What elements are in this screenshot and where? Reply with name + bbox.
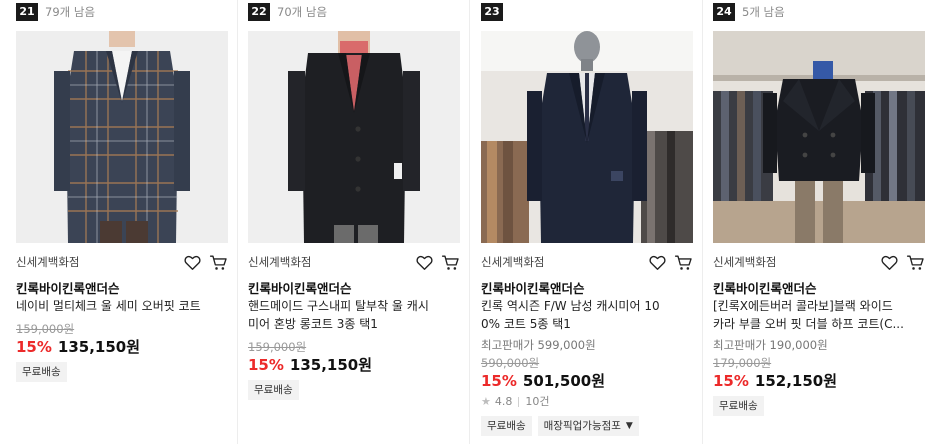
rank-row: 22 70개 남음 bbox=[248, 3, 327, 21]
badge-list: 무료배송 bbox=[713, 396, 925, 416]
store-row: 신세계백화점 bbox=[16, 251, 228, 273]
product-card-23[interactable]: 23 신세계백화점 킨록바이킨록앤더슨 킨록 역시즌 F/W 남성 캐시미어 1… bbox=[481, 0, 706, 444]
sale-price: 135,150원 bbox=[289, 356, 373, 374]
original-price: 179,000원 bbox=[713, 356, 772, 370]
cart-icon[interactable] bbox=[440, 252, 460, 272]
title-line: 미어 혼방 롱코트 3종 택1 bbox=[248, 317, 378, 331]
brand-name: 킨록바이킨록앤더슨 bbox=[16, 281, 120, 296]
rating-score: 4.8 bbox=[494, 395, 513, 408]
original-price: 159,000원 bbox=[248, 340, 307, 354]
reference-price: 최고판매가 190,000원 bbox=[713, 338, 828, 352]
rank-row: 24 5개 남음 bbox=[713, 3, 785, 21]
badge-list: 무료배송 bbox=[16, 362, 228, 382]
discount-rate: 15% bbox=[481, 372, 517, 390]
rank-row: 21 79개 남음 bbox=[16, 3, 95, 21]
rank-badge: 22 bbox=[248, 3, 270, 21]
store-name: 신세계백화점 bbox=[713, 255, 777, 269]
rank-badge: 23 bbox=[481, 3, 503, 21]
free-shipping-badge: 무료배송 bbox=[248, 380, 299, 400]
stock-remaining: 5개 남음 bbox=[742, 5, 785, 19]
title-line: 카라 부클 오버 핏 더블 하프 코트(C... bbox=[713, 317, 904, 331]
product-title[interactable]: 네이비 멀티체크 울 세미 오버핏 코트 159,000원 15% 135,15… bbox=[16, 297, 228, 382]
dropdown-caret-icon: ▼ bbox=[625, 421, 633, 431]
store-row: 신세계백화점 bbox=[248, 251, 460, 273]
badge-list: 무료배송 bbox=[248, 380, 460, 400]
review-count: 10건 bbox=[525, 395, 550, 408]
product-title[interactable]: [킨록X에든버러 콜라보]블랙 와이드 카라 부클 오버 핏 더블 하프 코트(… bbox=[713, 297, 925, 416]
store-row: 신세계백화점 bbox=[713, 251, 925, 273]
heart-icon[interactable] bbox=[647, 252, 667, 272]
title-line: [킨록X에든버러 콜라보]블랙 와이드 bbox=[713, 299, 893, 313]
heart-icon[interactable] bbox=[879, 252, 899, 272]
store-name: 신세계백화점 bbox=[16, 255, 80, 269]
store-pickup-label: 매장픽업가능점포 bbox=[543, 420, 621, 432]
rating-divider bbox=[518, 397, 520, 407]
product-image[interactable] bbox=[713, 31, 925, 243]
product-title[interactable]: 핸드메이드 구스내피 탈부착 울 캐시 미어 혼방 롱코트 3종 택1 159,… bbox=[248, 297, 460, 400]
sale-price: 135,150원 bbox=[57, 338, 141, 356]
free-shipping-badge: 무료배송 bbox=[481, 416, 532, 436]
rating-row[interactable]: ★ 4.8 10건 bbox=[481, 393, 693, 411]
product-card-22[interactable]: 22 70개 남음 신세계백화점 킨록바이킨록앤더슨 핸드메이드 구스내피 탈부… bbox=[248, 0, 473, 444]
rank-badge: 21 bbox=[16, 3, 38, 21]
original-price: 159,000원 bbox=[16, 322, 75, 336]
cart-icon[interactable] bbox=[905, 252, 925, 272]
discount-rate: 15% bbox=[713, 372, 749, 390]
price-line: 15% 501,500원 bbox=[481, 372, 693, 390]
brand-name: 킨록바이킨록앤더슨 bbox=[713, 281, 817, 296]
product-image[interactable] bbox=[481, 31, 693, 243]
price-line: 15% 152,150원 bbox=[713, 372, 925, 390]
product-card-21[interactable]: 21 79개 남음 신세계백화점 킨록바이킨록앤더슨 네이비 멀티체크 울 세미… bbox=[16, 0, 241, 444]
product-title[interactable]: 킨록 역시즌 F/W 남성 캐시미어 10 0% 코트 5종 택1 최고판매가 … bbox=[481, 297, 693, 436]
title-line: 킨록 역시즌 F/W 남성 캐시미어 10 bbox=[481, 299, 660, 313]
discount-rate: 15% bbox=[248, 356, 284, 374]
heart-icon[interactable] bbox=[414, 252, 434, 272]
store-pickup-dropdown[interactable]: 매장픽업가능점포 ▼ bbox=[537, 416, 639, 436]
sale-price: 152,150원 bbox=[754, 372, 838, 390]
product-card-24[interactable]: 24 5개 남음 신세계백화점 킨록바이킨록앤더슨 [킨록X에든버러 콜라보]블… bbox=[713, 0, 933, 444]
brand-name: 킨록바이킨록앤더슨 bbox=[248, 281, 352, 296]
cart-icon[interactable] bbox=[673, 252, 693, 272]
card-divider bbox=[469, 0, 470, 444]
store-row: 신세계백화점 bbox=[481, 251, 693, 273]
sale-price: 501,500원 bbox=[522, 372, 606, 390]
free-shipping-badge: 무료배송 bbox=[16, 362, 67, 382]
title-line: 핸드메이드 구스내피 탈부착 울 캐시 bbox=[248, 299, 429, 313]
title-line: 0% 코트 5종 택1 bbox=[481, 317, 571, 331]
product-image[interactable] bbox=[16, 31, 228, 243]
product-image[interactable] bbox=[248, 31, 460, 243]
stock-remaining: 70개 남음 bbox=[277, 5, 328, 19]
original-price: 590,000원 bbox=[481, 356, 540, 370]
brand-name: 킨록바이킨록앤더슨 bbox=[481, 281, 585, 296]
store-name: 신세계백화점 bbox=[248, 255, 312, 269]
price-line: 15% 135,150원 bbox=[248, 356, 460, 374]
price-line: 15% 135,150원 bbox=[16, 338, 228, 356]
discount-rate: 15% bbox=[16, 338, 52, 356]
free-shipping-badge: 무료배송 bbox=[713, 396, 764, 416]
cart-icon[interactable] bbox=[208, 252, 228, 272]
heart-icon[interactable] bbox=[182, 252, 202, 272]
rank-badge: 24 bbox=[713, 3, 735, 21]
card-divider bbox=[702, 0, 703, 444]
store-name: 신세계백화점 bbox=[481, 255, 545, 269]
stock-remaining: 79개 남음 bbox=[45, 5, 96, 19]
title-line: 네이비 멀티체크 울 세미 오버핏 코트 bbox=[16, 299, 201, 313]
card-divider bbox=[237, 0, 238, 444]
badge-list: 무료배송 매장픽업가능점포 ▼ bbox=[481, 416, 693, 436]
rank-row: 23 bbox=[481, 3, 510, 21]
reference-price: 최고판매가 599,000원 bbox=[481, 338, 596, 352]
star-icon: ★ bbox=[481, 395, 491, 408]
